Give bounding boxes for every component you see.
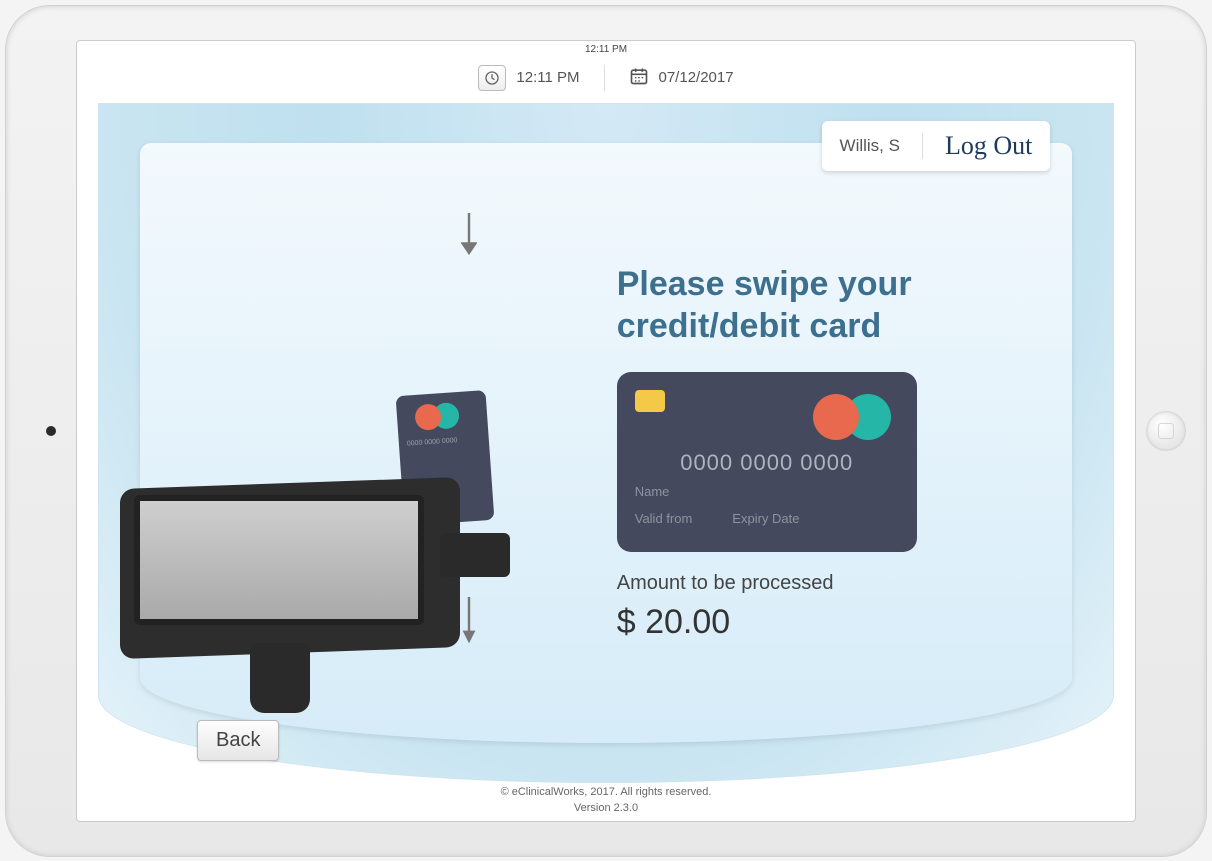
user-chip: Willis, S Log Out xyxy=(822,121,1051,171)
headline: Please swipe your credit/debit card xyxy=(617,263,1032,348)
user-name: Willis, S xyxy=(840,136,900,156)
amount-label: Amount to be processed xyxy=(617,572,1032,595)
logout-button[interactable]: Log Out xyxy=(945,131,1032,161)
header-time: 12:11 PM xyxy=(516,69,579,86)
status-time: 12:11 PM xyxy=(585,44,627,55)
ipad-camera xyxy=(46,426,56,436)
instruction-area: Please swipe your credit/debit card 0000… xyxy=(597,143,1072,743)
clock-icon xyxy=(478,65,506,91)
ipad-home-button[interactable] xyxy=(1146,411,1186,451)
divider xyxy=(604,65,605,91)
footer: © eClinicalWorks, 2017. All rights reser… xyxy=(77,784,1135,817)
card-logo-icon xyxy=(813,394,891,440)
card-name-label: Name xyxy=(635,484,899,499)
status-bar: 12:11 PM xyxy=(77,41,1135,59)
credit-card-illustration: 0000 0000 0000 Name Valid from Expiry Da… xyxy=(617,372,917,552)
arrow-down-bottom-icon xyxy=(461,597,477,653)
top-bar: 12:11 PM 07/12/2017 xyxy=(77,59,1135,103)
time-segment: 12:11 PM xyxy=(478,65,579,91)
divider xyxy=(922,133,923,159)
arrow-down-top-icon xyxy=(461,213,477,269)
card-valid-from-label: Valid from xyxy=(635,511,693,526)
inner-panel: 0000 0000 0000 xyxy=(140,143,1071,743)
version-text: Version 2.3.0 xyxy=(77,800,1135,817)
card-chip-icon xyxy=(635,390,665,412)
stage: 0000 0000 0000 xyxy=(77,103,1135,783)
headline-line2: credit/debit card xyxy=(617,305,1032,348)
terminal-illustration-area: 0000 0000 0000 xyxy=(140,143,596,743)
date-segment: 07/12/2017 xyxy=(629,66,734,90)
copyright-text: © eClinicalWorks, 2017. All rights reser… xyxy=(77,784,1135,801)
content-row: 0000 0000 0000 xyxy=(140,143,1071,743)
calendar-icon xyxy=(629,66,649,90)
card-expiry-label: Expiry Date xyxy=(732,511,799,526)
back-button[interactable]: Back xyxy=(197,720,279,761)
amount-value: $ 20.00 xyxy=(617,603,1032,642)
small-card-number: 0000 0000 0000 xyxy=(407,436,458,449)
headline-line1: Please swipe your xyxy=(617,263,1032,306)
header-date: 07/12/2017 xyxy=(659,69,734,86)
app-screen: 12:11 PM 12:11 PM 07/12/2017 xyxy=(76,40,1136,822)
ipad-frame: 12:11 PM 12:11 PM 07/12/2017 xyxy=(6,6,1206,856)
card-number: 0000 0000 0000 xyxy=(635,450,899,476)
